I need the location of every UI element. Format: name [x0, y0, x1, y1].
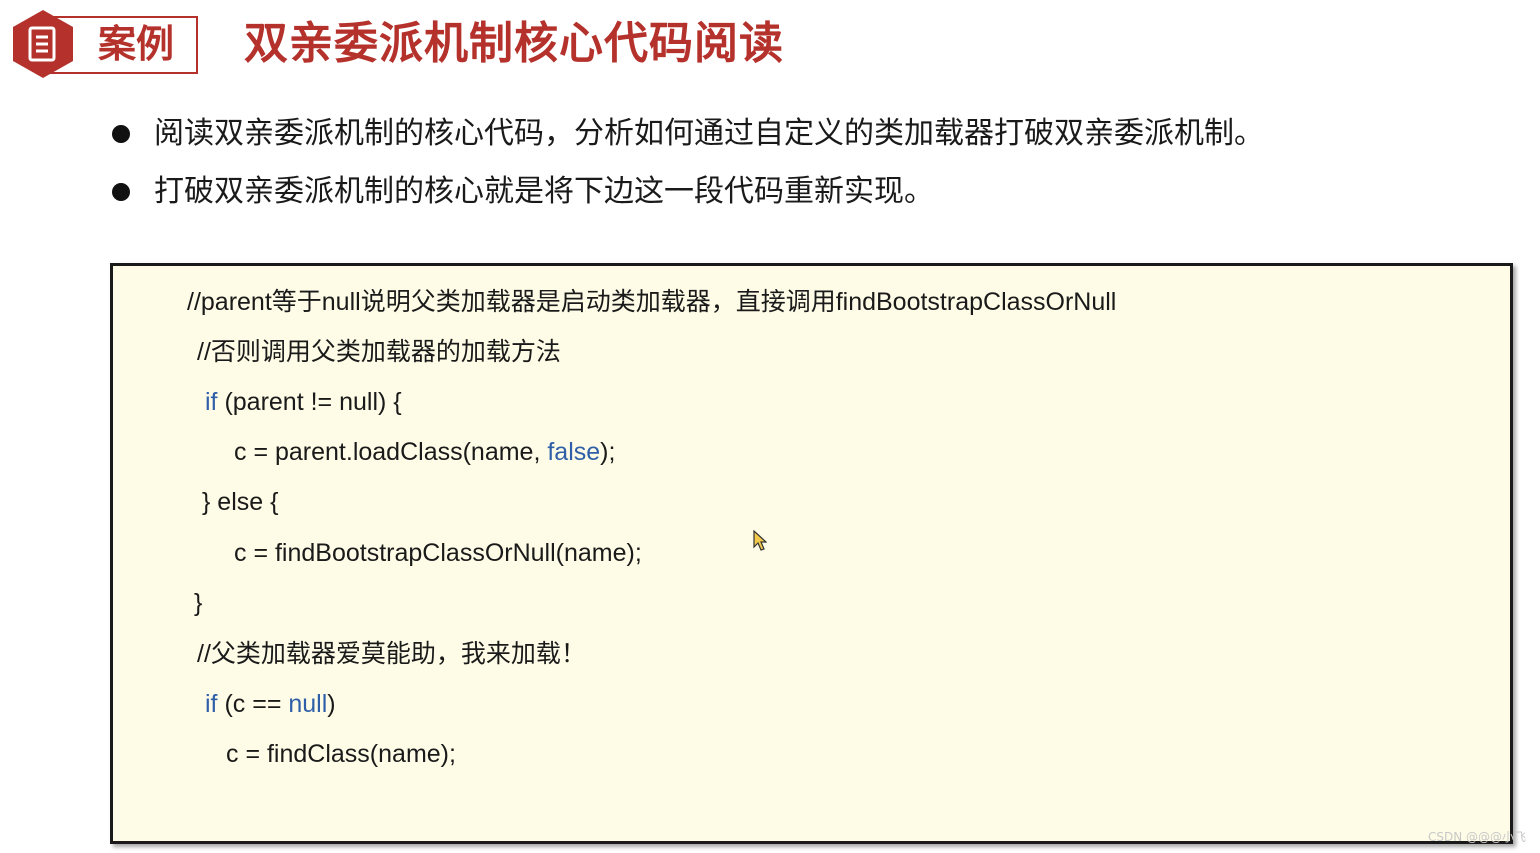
- code-text: }: [194, 589, 203, 617]
- code-line: if (c == null): [205, 687, 336, 721]
- code-line: c = parent.loadClass(name, false);: [234, 435, 615, 469]
- bullet-list: 阅读双亲委派机制的核心代码，分析如何通过自定义的类加载器打破双亲委派机制。 打破…: [110, 108, 1510, 224]
- code-text: (parent != null) {: [217, 388, 402, 416]
- code-text: //父类加载器爱莫能助，我来加载！: [197, 640, 586, 668]
- code-text: //否则调用父类加载器的加载方法: [197, 338, 561, 366]
- bullet-text: 阅读双亲委派机制的核心代码，分析如何通过自定义的类加载器打破双亲委派机制。: [154, 116, 1264, 151]
- bullet-dot-icon: [112, 183, 130, 201]
- code-text: c = findClass(name);: [226, 740, 456, 768]
- badge-label: 案例: [98, 22, 175, 66]
- mouse-pointer-icon: [753, 530, 767, 551]
- code-line: } else {: [202, 485, 278, 519]
- watermark: CSDN @@@小飞: [1427, 830, 1526, 844]
- code-line-comment: //否则调用父类加载器的加载方法: [197, 335, 561, 369]
- code-line: if (parent != null) {: [205, 385, 402, 419]
- code-text: //parent等于null说明父类加载器是启动类加载器，直接调用findBoo…: [187, 288, 1117, 316]
- page-title: 双亲委派机制核心代码阅读: [244, 18, 784, 69]
- code-text: );: [600, 438, 616, 466]
- code-text: c = findBootstrapClassOrNull(name);: [234, 539, 642, 567]
- bullet-dot-icon: [112, 125, 130, 143]
- document-icon: [13, 10, 73, 78]
- code-keyword: if: [205, 690, 218, 718]
- code-text: ): [327, 690, 336, 718]
- code-keyword: false: [547, 438, 601, 466]
- code-line-comment: //parent等于null说明父类加载器是启动类加载器，直接调用findBoo…: [187, 285, 1116, 319]
- code-keyword: null: [288, 690, 328, 718]
- bullet-text: 打破双亲委派机制的核心就是将下边这一段代码重新实现。: [154, 174, 934, 209]
- code-text: (c ==: [217, 690, 289, 718]
- code-line: }: [194, 586, 202, 620]
- code-text: c = parent.loadClass(name,: [234, 438, 548, 466]
- code-line: c = findBootstrapClassOrNull(name);: [234, 536, 642, 570]
- code-line-comment: //父类加载器爱莫能助，我来加载！: [197, 637, 586, 671]
- code-text: } else {: [202, 488, 279, 516]
- code-block: //parent等于null说明父类加载器是启动类加载器，直接调用findBoo…: [110, 263, 1513, 844]
- section-badge: 案例: [10, 10, 198, 78]
- code-keyword: if: [205, 388, 218, 416]
- bullet-item: 阅读双亲委派机制的核心代码，分析如何通过自定义的类加载器打破双亲委派机制。: [110, 108, 1510, 166]
- bullet-item: 打破双亲委派机制的核心就是将下边这一段代码重新实现。: [110, 166, 1510, 224]
- code-line: c = findClass(name);: [226, 737, 456, 771]
